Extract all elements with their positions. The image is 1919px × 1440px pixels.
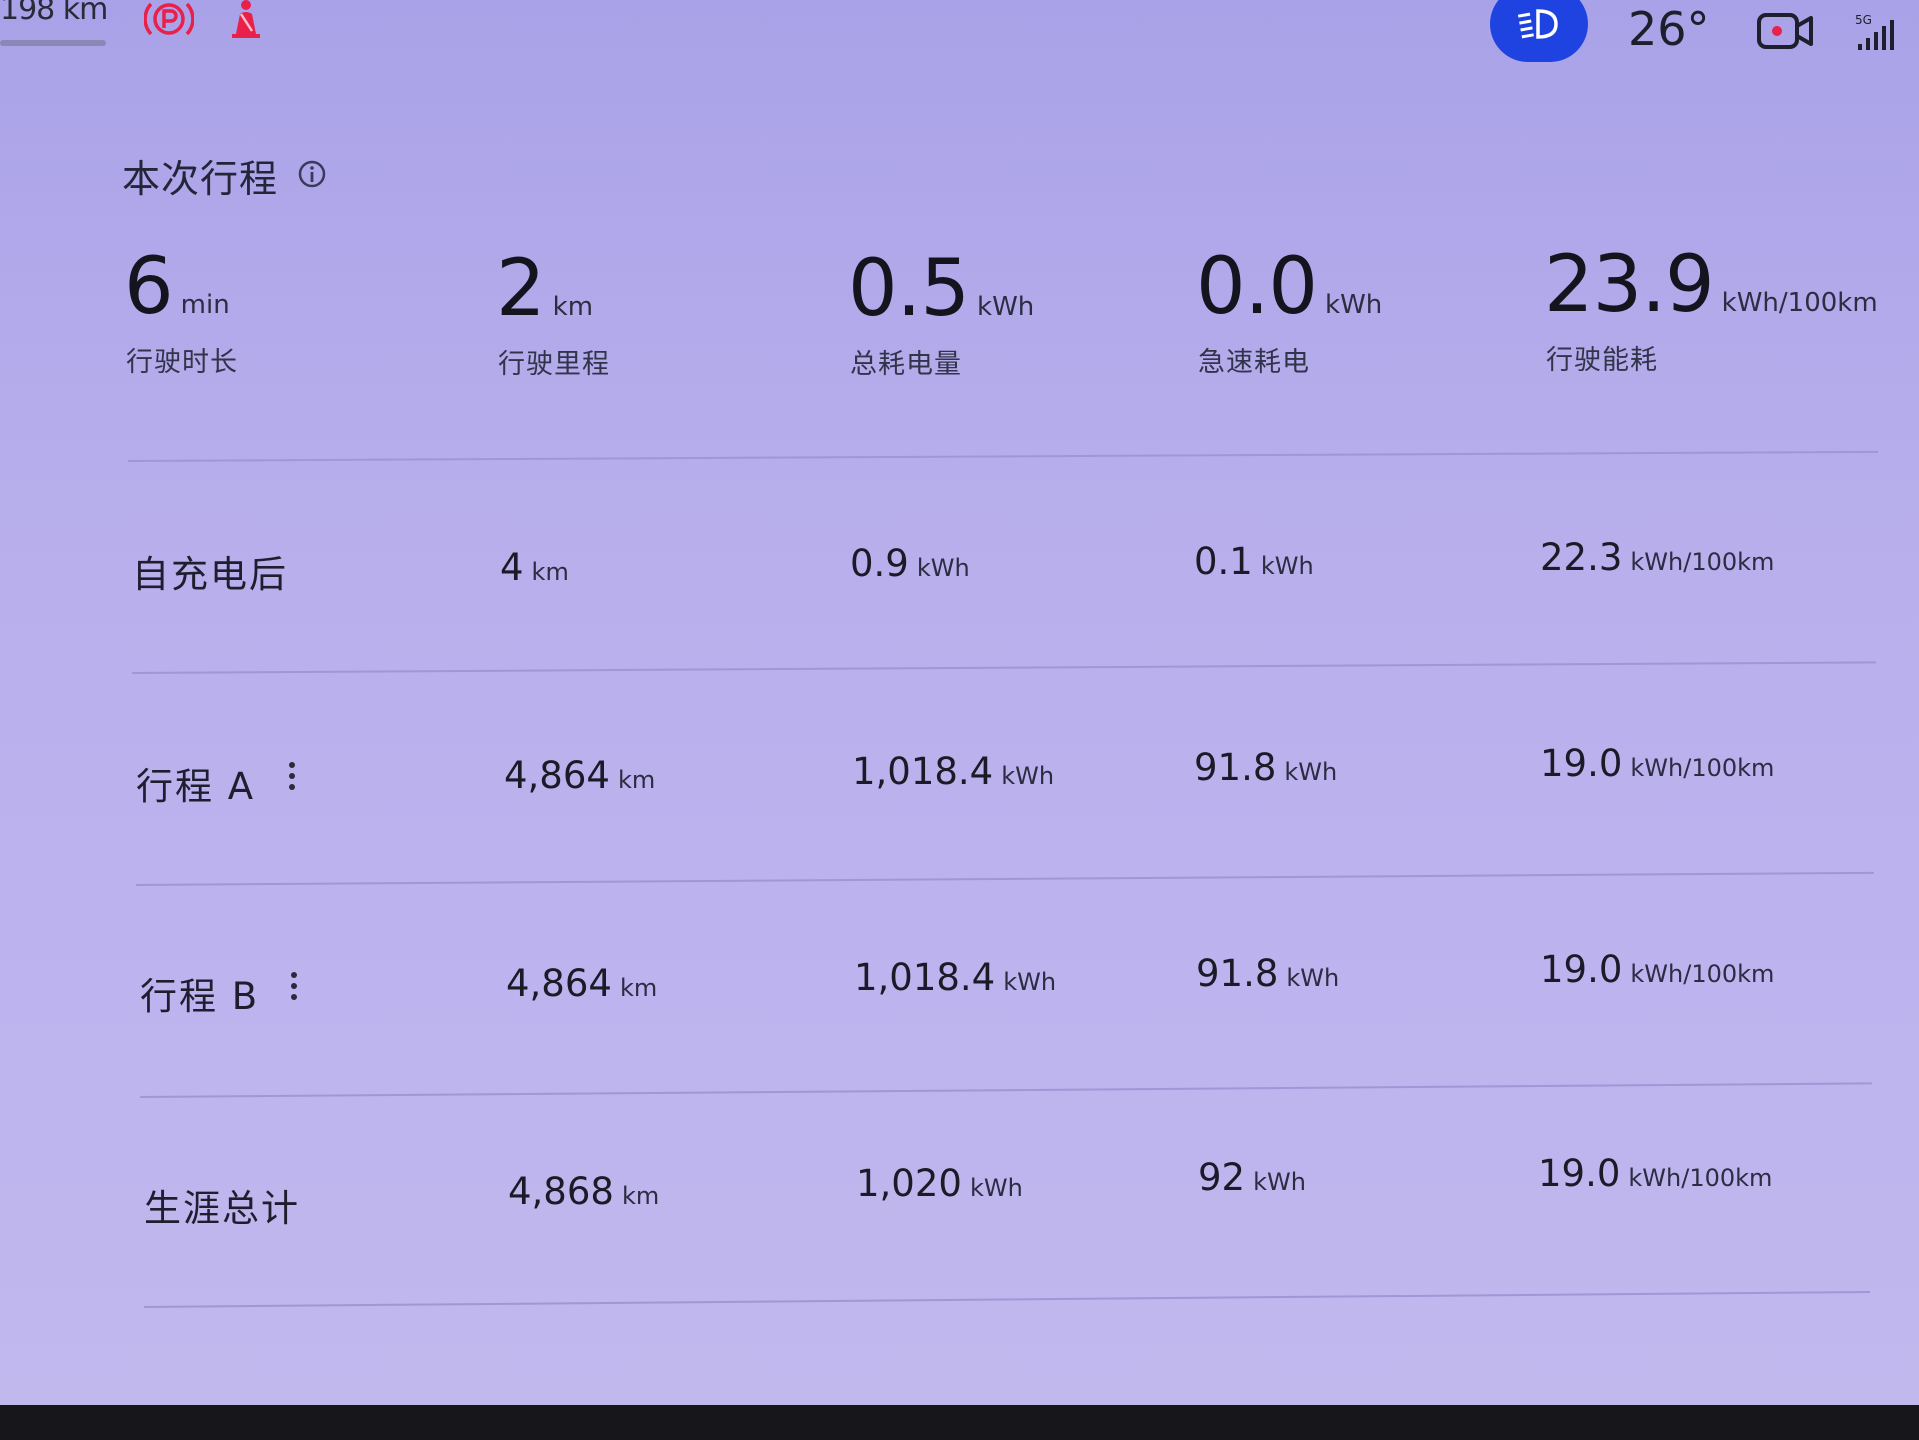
cell-unit: kWh/100km — [1628, 1164, 1773, 1192]
metric-label: 行驶里程 — [498, 349, 610, 380]
cell-unit: kWh — [1286, 964, 1340, 992]
cell-unit: kWh/100km — [1630, 754, 1775, 782]
metric-value: 0.0 — [1196, 242, 1318, 332]
row-trip-a-energy: 1,018.4 kWh — [852, 750, 1054, 793]
cell-unit: kWh — [1253, 1168, 1306, 1196]
row-label-since-charge: 自充电后 — [132, 553, 288, 596]
cell-value: 0.1 — [1194, 540, 1253, 583]
cell-unit: kWh — [1003, 968, 1057, 996]
headlight-button[interactable] — [1490, 0, 1588, 62]
row-since-charge-distance: 4 km — [500, 546, 569, 589]
row-divider — [131, 661, 1876, 674]
row-trip-b-energy: 1,018.4 kWh — [854, 956, 1056, 999]
parking-brake-icon — [144, 2, 194, 36]
signal-5g-icon: 5G — [1855, 13, 1894, 50]
metric-unit: kWh — [1325, 290, 1383, 320]
cell-value: 19.0 — [1538, 1152, 1621, 1195]
metric-value: 23.9 — [1544, 240, 1715, 330]
svg-text:5G: 5G — [1855, 13, 1872, 27]
metric-total-energy: 0.5 kWh 总耗电量 — [848, 250, 1035, 380]
seatbelt-warning-icon — [232, 0, 260, 38]
cell-unit: km — [619, 974, 658, 1002]
metric-unit: kWh — [977, 292, 1035, 322]
row-divider — [139, 1082, 1872, 1098]
metric-unit: min — [180, 290, 230, 320]
cell-value: 91.8 — [1194, 746, 1277, 789]
cell-unit: km — [531, 558, 569, 586]
row-label-lifetime: 生涯总计 — [144, 1187, 300, 1230]
row-lifetime-efficiency: 19.0 kWh/100km — [1538, 1152, 1772, 1195]
cell-value: 22.3 — [1540, 536, 1623, 579]
metric-label: 急速耗电 — [1198, 347, 1310, 378]
vehicle-display: 198 km 26° 5G 本次行程 6 min 行驶时长 2 km 行驶里程 … — [0, 0, 1919, 1405]
range-indicator-bar — [0, 40, 106, 46]
row-lifetime-energy: 1,020 kWh — [856, 1162, 1023, 1205]
cell-value: 92 — [1198, 1156, 1246, 1199]
cell-unit: kWh — [969, 1174, 1023, 1202]
status-bar: 198 km 26° 5G — [0, 0, 1919, 80]
cell-value: 4,864 — [506, 962, 612, 1005]
row-divider — [143, 1290, 1870, 1308]
cell-value: 4 — [500, 546, 524, 589]
metric-drive-distance: 2 km 行驶里程 — [496, 250, 609, 380]
row-label-trip-a: 行程 A — [136, 765, 256, 808]
metric-value: 0.5 — [848, 244, 970, 334]
section-divider — [127, 450, 1878, 462]
row-trip-b-efficiency: 19.0 kWh/100km — [1540, 948, 1774, 991]
headlight-icon — [1517, 9, 1558, 39]
cell-unit: kWh — [1284, 758, 1338, 786]
current-trip-title: 本次行程 — [122, 157, 279, 201]
cell-value: 91.8 — [1196, 952, 1279, 995]
more-options-icon[interactable] — [286, 762, 298, 798]
more-options-icon[interactable] — [288, 972, 300, 1008]
cell-value: 1,018.4 — [852, 750, 994, 793]
cell-unit: kWh — [1260, 552, 1314, 580]
cell-unit: kWh/100km — [1630, 548, 1775, 576]
cell-value: 0.9 — [850, 542, 909, 585]
row-lifetime-idle: 92 kWh — [1198, 1156, 1306, 1199]
row-trip-a-distance: 4,864 km — [504, 754, 655, 797]
row-since-charge-idle: 0.1 kWh — [1194, 540, 1314, 583]
metric-drive-duration: 6 min 行驶时长 — [124, 248, 237, 378]
row-lifetime-distance: 4,868 km — [508, 1170, 659, 1213]
cell-value: 4,868 — [508, 1170, 614, 1213]
cell-unit: kWh/100km — [1630, 960, 1775, 988]
cell-value: 19.0 — [1540, 948, 1623, 991]
cell-unit: kWh — [1001, 762, 1055, 790]
metric-unit: km — [552, 292, 594, 322]
metric-unit: kWh/100km — [1721, 288, 1878, 318]
row-trip-b-idle: 91.8 kWh — [1196, 952, 1339, 995]
row-since-charge-energy: 0.9 kWh — [850, 542, 970, 585]
metric-label: 行驶能耗 — [1546, 345, 1658, 376]
metric-value: 6 — [124, 242, 174, 332]
screen-bezel — [0, 1405, 1919, 1440]
metric-label: 行驶时长 — [126, 347, 238, 378]
metric-drive-efficiency: 23.9 kWh/100km 行驶能耗 — [1544, 246, 1878, 376]
camera-icon[interactable] — [1756, 12, 1814, 50]
row-label-trip-b: 行程 B — [140, 975, 260, 1018]
cell-unit: km — [617, 766, 656, 794]
row-trip-a-idle: 91.8 kWh — [1194, 746, 1337, 789]
metric-value: 2 — [496, 244, 546, 334]
cell-value: 19.0 — [1540, 742, 1623, 785]
outside-temperature: 26° — [1628, 2, 1710, 56]
cell-unit: km — [621, 1182, 660, 1210]
info-icon[interactable] — [296, 158, 328, 190]
metric-idle-energy: 0.0 kWh 急速耗电 — [1196, 248, 1383, 378]
row-trip-a-efficiency: 19.0 kWh/100km — [1540, 742, 1774, 785]
cell-value: 1,018.4 — [854, 956, 996, 999]
range-readout: 198 km — [0, 0, 108, 27]
metric-label: 总耗电量 — [850, 349, 962, 380]
cell-unit: kWh — [916, 554, 970, 582]
row-divider — [135, 871, 1874, 886]
row-trip-b-distance: 4,864 km — [506, 962, 657, 1005]
row-since-charge-efficiency: 22.3 kWh/100km — [1540, 536, 1774, 579]
cell-value: 1,020 — [856, 1162, 962, 1205]
cell-value: 4,864 — [504, 754, 610, 797]
